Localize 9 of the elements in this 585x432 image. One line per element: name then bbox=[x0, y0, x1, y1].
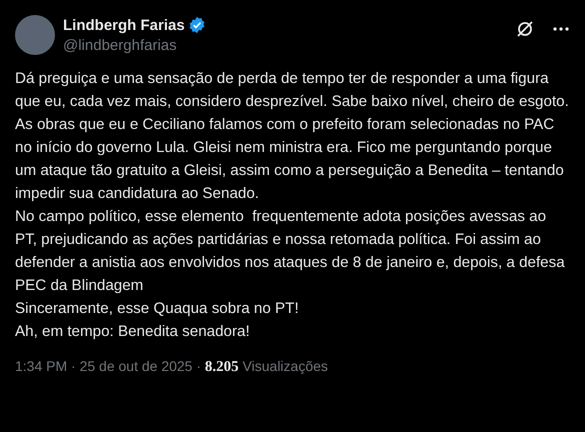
post-text: Sinceramente, esse Quaqua sobra no PT! bbox=[15, 299, 300, 319]
author-name[interactable]: Lindbergh Farias bbox=[63, 16, 185, 34]
post-text: Dá preguiça e uma sensação de perda de tempo ter de responder a uma figura que eu, cada vez mais, considero desprezível. Sabe baixo nível, cheiro de esgoto. As obras que eu e Ceciliano falamos com o prefeito foram selecionadas no PAC no início do governo Lula. Gleisi nem ministra era. Fico me perguntando porque um ataque tão gratuito a Gleisi, assim como a perseguição a Benedita – tentando impedir sua candidatura ao Senado. bbox=[15, 69, 570, 204]
avatar[interactable] bbox=[15, 15, 55, 55]
post-meta: 1:34 PM · 25 de out de 2025 · 8.205 Visualizações bbox=[15, 358, 328, 374]
author-handle[interactable]: @lindberghfarias bbox=[63, 37, 507, 54]
post-text: No campo político, esse elemento frequentemente adota posições avessas ao PT, prejudicando as ações partidárias e nossa retomada política. Foi assim ao defender a anistia aos envolvidos nos ataques de 8 de janeiro e, depois, a defesa PEC da Blindagem bbox=[15, 207, 566, 296]
more-icon[interactable] bbox=[553, 27, 569, 31]
post-text: Ah, em tempo: Benedita senadora! bbox=[15, 322, 251, 342]
